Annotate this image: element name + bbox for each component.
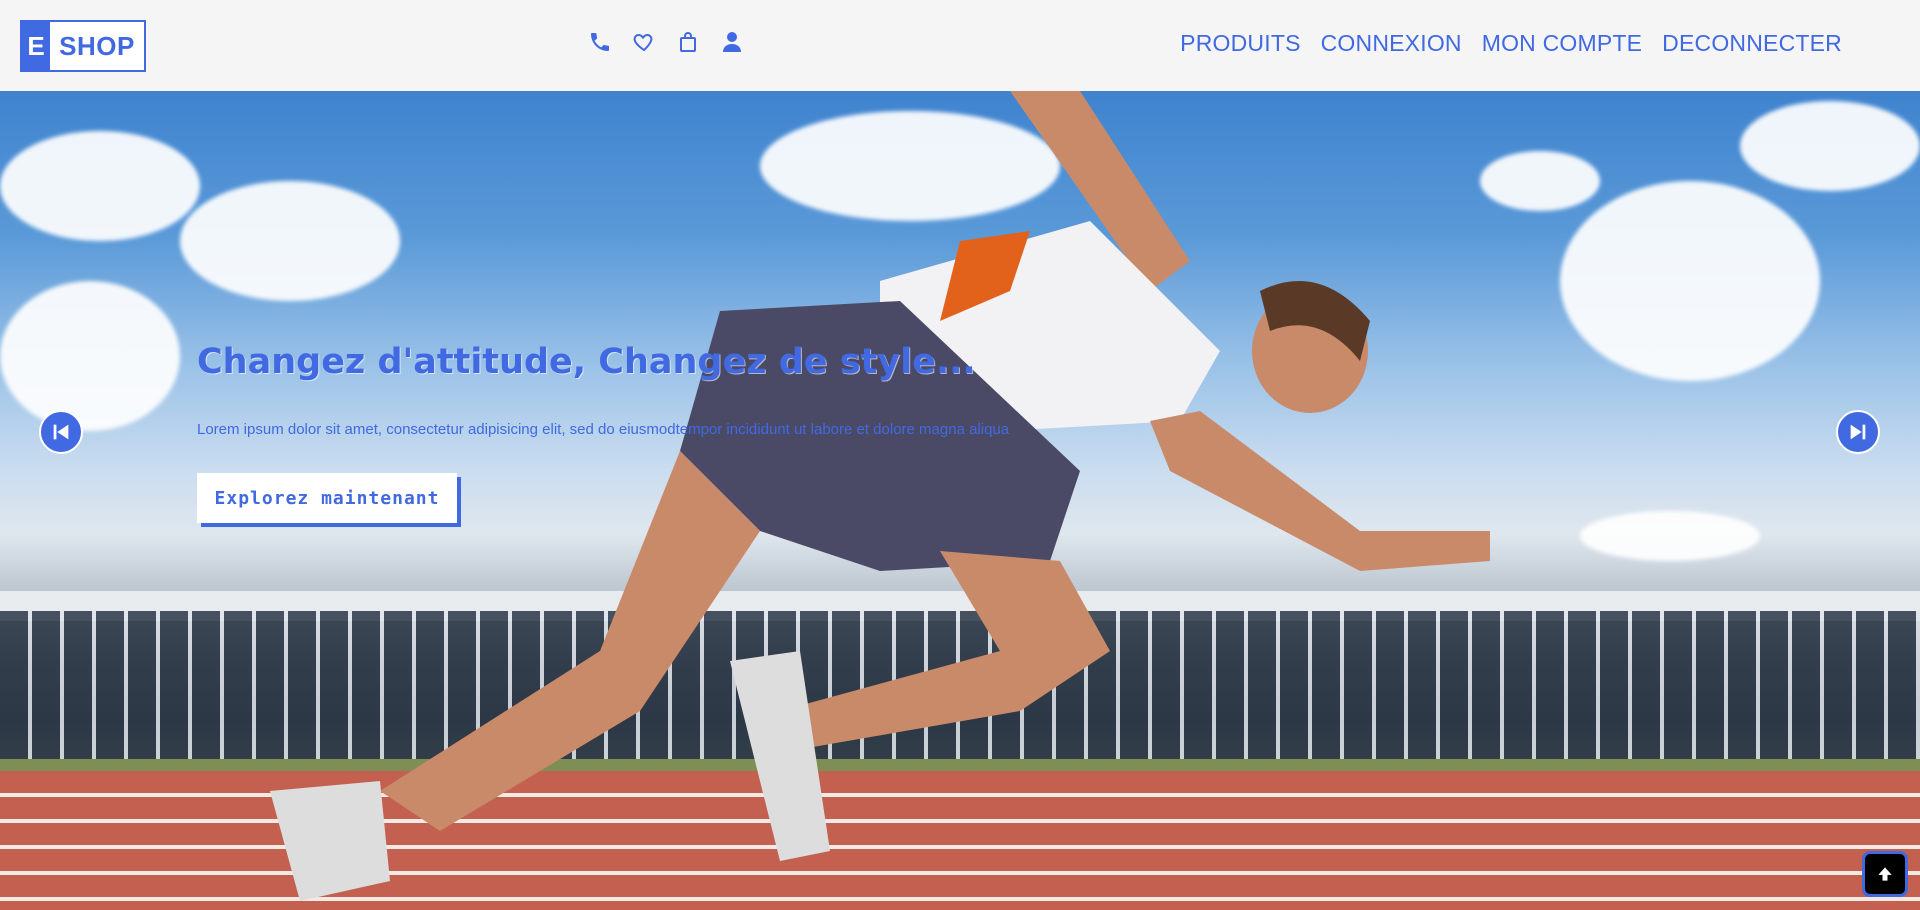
- site-header: E SHOP PRODUITS CONNEXION MON COMPTE DEC…: [0, 0, 1920, 91]
- nav-produits[interactable]: PRODUITS: [1180, 30, 1300, 57]
- skip-forward-icon: [1850, 424, 1866, 440]
- hero-title: Changez d'attitude, Changez de style...: [197, 342, 976, 382]
- hero-carousel: Changez d'attitude, Changez de style... …: [0, 91, 1920, 910]
- carousel-prev-button[interactable]: [39, 410, 83, 454]
- scroll-to-top-button[interactable]: [1862, 851, 1908, 897]
- phone-icon[interactable]: [588, 30, 612, 54]
- logo-e: E: [22, 22, 50, 70]
- carousel-next-button[interactable]: [1836, 410, 1880, 454]
- nav-deconnecter[interactable]: DECONNECTER: [1662, 30, 1842, 57]
- main-nav: PRODUITS CONNEXION MON COMPTE DECONNECTE…: [1180, 30, 1842, 57]
- nav-connexion[interactable]: CONNEXION: [1321, 30, 1462, 57]
- shopping-bag-icon[interactable]: [676, 30, 700, 54]
- hero-text: Lorem ipsum dolor sit amet, consectetur …: [197, 421, 1010, 438]
- nav-mon-compte[interactable]: MON COMPTE: [1482, 30, 1642, 57]
- heart-icon[interactable]: [632, 30, 656, 54]
- header-icons: [588, 30, 744, 54]
- logo[interactable]: E SHOP: [20, 20, 146, 72]
- user-icon[interactable]: [720, 30, 744, 54]
- logo-shop: SHOP: [59, 30, 135, 61]
- explore-button[interactable]: Explorez maintenant: [197, 473, 457, 523]
- arrow-up-icon: [1878, 867, 1892, 881]
- skip-back-icon: [53, 424, 69, 440]
